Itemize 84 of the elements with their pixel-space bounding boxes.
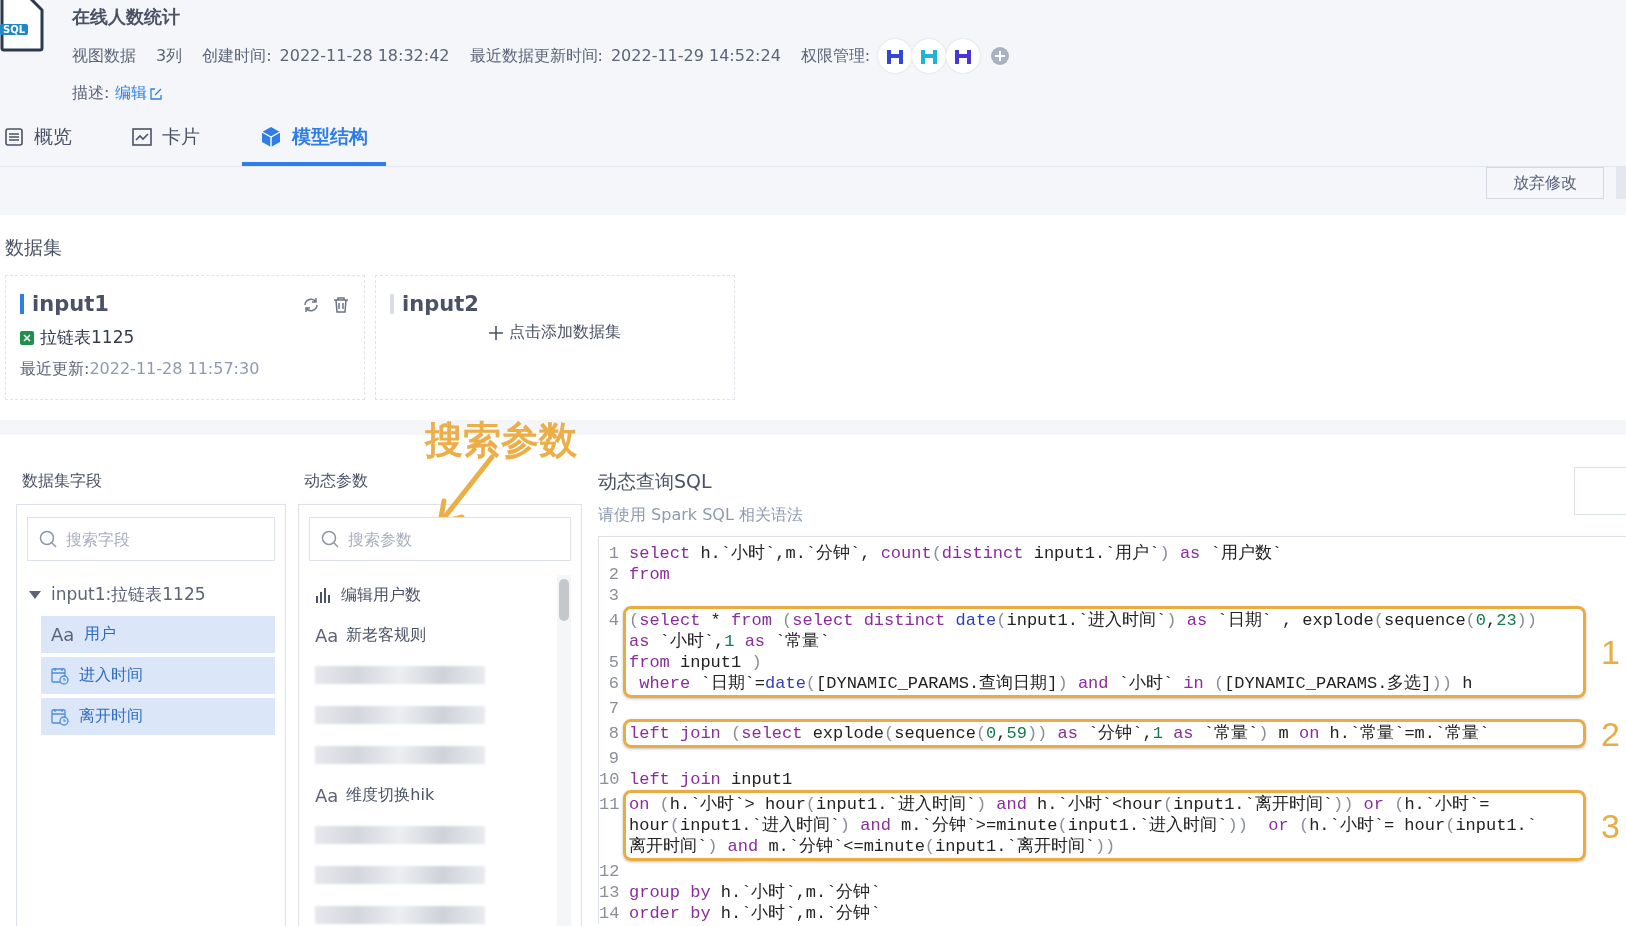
annotation-number: 2	[1601, 714, 1620, 753]
chart-icon	[132, 128, 152, 146]
spreadsheet-icon	[20, 330, 34, 345]
code-line: group by h.`小时`,m.`分钟`	[629, 882, 881, 903]
search-icon	[39, 530, 57, 548]
updated-time: 2022-11-29 14:52:24	[610, 45, 781, 67]
caret-icon[interactable]	[29, 589, 41, 600]
syntax-hint: 请使用 Spark SQL 相关语法	[598, 505, 803, 526]
plus-icon	[489, 325, 503, 340]
line-number: 4	[607, 610, 619, 631]
user-avatar[interactable]	[946, 39, 981, 73]
line-number: 7	[607, 698, 619, 719]
param-item[interactable]: 编辑用户数	[309, 575, 557, 615]
section-title: 数据集	[5, 235, 63, 260]
scrollbar[interactable]	[557, 575, 571, 926]
code-line: left join input1	[629, 769, 793, 790]
dataset-card[interactable]: input1 拉链表1125 最近更新:2022-11-28 11:57:30	[5, 275, 365, 400]
user-avatar[interactable]	[878, 39, 913, 73]
code-line: select h.`小时`,m.`分钟`, count(distinct input1.`用户`) as `用户数`	[629, 543, 1282, 564]
calendar-clock-icon	[51, 707, 69, 726]
line-number: 12	[599, 861, 619, 882]
dataset-card[interactable]: input2 点击添加数据集	[375, 275, 735, 400]
field-item[interactable]: 进入时间	[41, 657, 275, 694]
last-updated: 最近更新:2022-11-28 11:57:30	[20, 359, 261, 380]
column-count: 3列	[156, 45, 183, 67]
line-number: 9	[607, 748, 619, 769]
line-number: 10	[599, 769, 619, 790]
discard-button[interactable]: 放弃修改	[1486, 167, 1604, 199]
updated-label: 最近数据更新时间:	[469, 45, 603, 67]
tab[interactable]: 模型结构	[242, 124, 386, 166]
code-line: 离开时间`) and m.`分钟`<=minute(input1.`离开时间`))	[629, 836, 1116, 857]
permissions-label: 权限管理:	[800, 45, 871, 67]
bar-chart-icon	[315, 587, 333, 603]
annotation-number: 1	[1601, 632, 1620, 672]
view-type: 视图数据	[72, 45, 136, 67]
edit-link[interactable]: 编辑	[115, 83, 164, 104]
tree-node[interactable]: input1:拉链表1125	[29, 583, 275, 606]
line-number: 14	[599, 903, 619, 924]
line-number: 8	[607, 723, 619, 744]
code-line: from input1 )	[629, 652, 762, 673]
dataset-name: input2	[402, 292, 479, 316]
search-field[interactable]: 搜索字段	[27, 517, 275, 561]
source-table: 拉链表1125	[40, 326, 135, 349]
line-number: 1	[607, 543, 619, 564]
annotation-label: 搜索参数	[425, 417, 577, 464]
search-field[interactable]: 搜索参数	[309, 517, 571, 561]
code-editor[interactable]	[598, 536, 1626, 924]
refresh-icon[interactable]	[302, 296, 320, 314]
list-icon	[4, 127, 24, 147]
created-time: 2022-11-28 18:32:42	[279, 45, 450, 67]
line-number: 11	[599, 794, 619, 815]
code-line: where `日期`=date([DYNAMIC_PARAMS.查询日期]) and `小时` in ([DYNAMIC_PARAMS.多选])) h	[638, 673, 1473, 694]
calendar-clock-icon	[51, 666, 69, 685]
code-line: (select * from (select distinct date(input1.`进入时间`) as `日期` , explode(sequence(0,23))	[629, 610, 1537, 631]
edit-icon	[149, 86, 164, 101]
param-item[interactable]: Aa 新老客规则	[309, 615, 557, 655]
tab[interactable]: 卡片	[128, 124, 206, 166]
param-item[interactable]: Aa 维度切换hik	[309, 775, 557, 815]
annotation-number: 3	[1601, 806, 1620, 845]
line-number: 5	[607, 652, 619, 673]
code-line: order by h.`小时`,m.`分钟`	[629, 903, 881, 924]
code-line: on (h.`小时`> hour(input1.`进入时间`) and h.`小时`<hour(input1.`离开时间`)) or (h.`小时`=	[629, 794, 1490, 815]
panel-title: 动态查询SQL	[598, 469, 712, 494]
report-title: 在线人数统计	[72, 5, 181, 29]
created-label: 创建时间:	[202, 45, 272, 67]
description-label: 描述:	[72, 83, 110, 104]
panel-title: 数据集字段	[22, 471, 103, 492]
code-line: as `小时`,1 as `常量`	[629, 631, 830, 652]
line-number: 6	[607, 673, 619, 694]
search-icon	[321, 530, 339, 548]
line-number: 3	[607, 585, 619, 606]
delete-icon[interactable]	[332, 296, 350, 314]
code-line: left join (select explode(sequence(0,59)) as `分钟`,1 as `常量`) m on h.`常量`=m.`常量`	[629, 723, 1490, 744]
code-line: from	[629, 564, 670, 585]
field-item[interactable]: Aa 用户	[41, 616, 275, 653]
field-item[interactable]: 离开时间	[41, 698, 275, 735]
line-number: 13	[599, 882, 619, 903]
cube-icon	[260, 126, 282, 148]
code-line: hour(input1.`进入时间`) and m.`分钟`>=minute(input1.`进入时间`)) or (h.`小时`= hour(input1.`	[629, 815, 1537, 836]
tab[interactable]: 概览	[0, 124, 78, 166]
line-number: 2	[607, 564, 619, 585]
panel-title: 动态参数	[304, 471, 369, 492]
add-dataset-link[interactable]: 点击添加数据集	[489, 322, 621, 343]
dataset-name: input1	[32, 292, 109, 316]
